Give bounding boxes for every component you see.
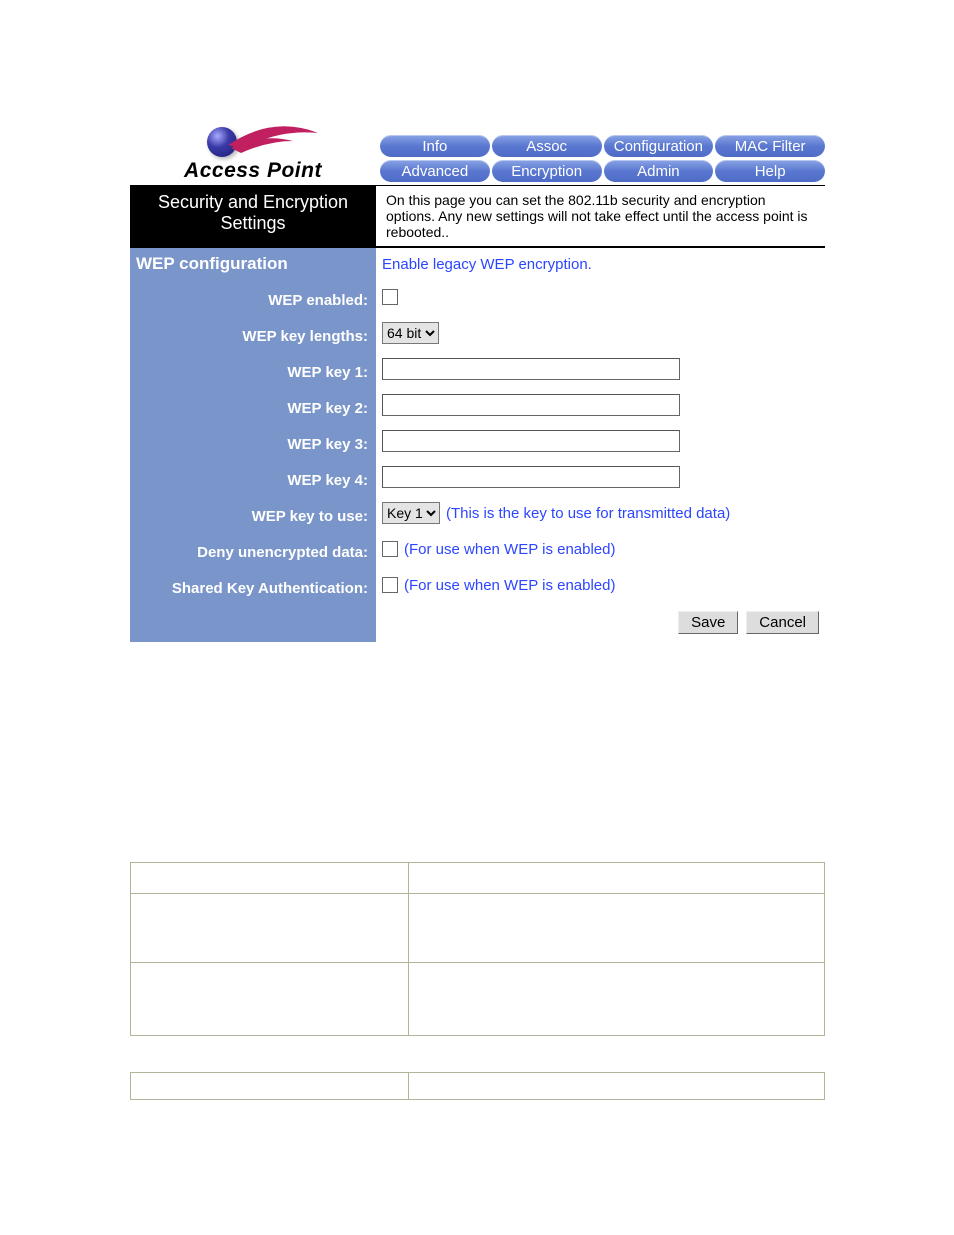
wep-enabled-label: WEP enabled: (130, 292, 376, 309)
wep-key3-label: WEP key 3: (130, 436, 376, 453)
tab-assoc[interactable]: Assoc (492, 135, 602, 157)
wep-key-lengths-select[interactable]: 64 bit (382, 322, 439, 344)
wep-key-use-label: WEP key to use: (130, 508, 376, 525)
nav-tabs: Info Assoc Configuration MAC Filter Adva… (376, 135, 825, 185)
deny-unencrypted-checkbox[interactable] (382, 541, 398, 557)
wep-key3-input[interactable] (382, 430, 680, 452)
shared-key-auth-label: Shared Key Authentication: (130, 580, 376, 597)
tab-help[interactable]: Help (715, 160, 825, 182)
wep-key4-input[interactable] (382, 466, 680, 488)
blank-table-1 (130, 862, 825, 1036)
deny-unencrypted-hint: (For use when WEP is enabled) (404, 541, 616, 558)
shared-key-auth-checkbox[interactable] (382, 577, 398, 593)
logo: Access Point (130, 123, 376, 185)
tab-info[interactable]: Info (380, 135, 490, 157)
page-title: Security and Encryption Settings (130, 186, 376, 248)
wep-enabled-checkbox[interactable] (382, 289, 398, 305)
blank-table-2 (130, 1072, 825, 1100)
save-button[interactable]: Save (678, 611, 738, 634)
wep-key-use-hint: (This is the key to use for transmitted … (446, 505, 730, 522)
tab-mac-filter[interactable]: MAC Filter (715, 135, 825, 157)
deny-unencrypted-label: Deny unencrypted data: (130, 544, 376, 561)
cancel-button[interactable]: Cancel (746, 611, 819, 634)
wep-key2-label: WEP key 2: (130, 400, 376, 417)
tab-advanced[interactable]: Advanced (380, 160, 490, 182)
wep-key-use-select[interactable]: Key 1 (382, 502, 440, 524)
wep-key1-label: WEP key 1: (130, 364, 376, 381)
wep-key1-input[interactable] (382, 358, 680, 380)
tab-admin[interactable]: Admin (604, 160, 714, 182)
section-heading: WEP configuration (130, 248, 376, 276)
section-description: Enable legacy WEP encryption. (376, 248, 825, 277)
logo-icon (193, 123, 313, 161)
wep-key4-label: WEP key 4: (130, 472, 376, 489)
wep-key-lengths-label: WEP key lengths: (130, 328, 376, 345)
tab-configuration[interactable]: Configuration (604, 135, 714, 157)
wep-key2-input[interactable] (382, 394, 680, 416)
page-description: On this page you can set the 802.11b sec… (376, 186, 825, 248)
shared-key-auth-hint: (For use when WEP is enabled) (404, 577, 616, 594)
tab-encryption[interactable]: Encryption (492, 160, 602, 182)
